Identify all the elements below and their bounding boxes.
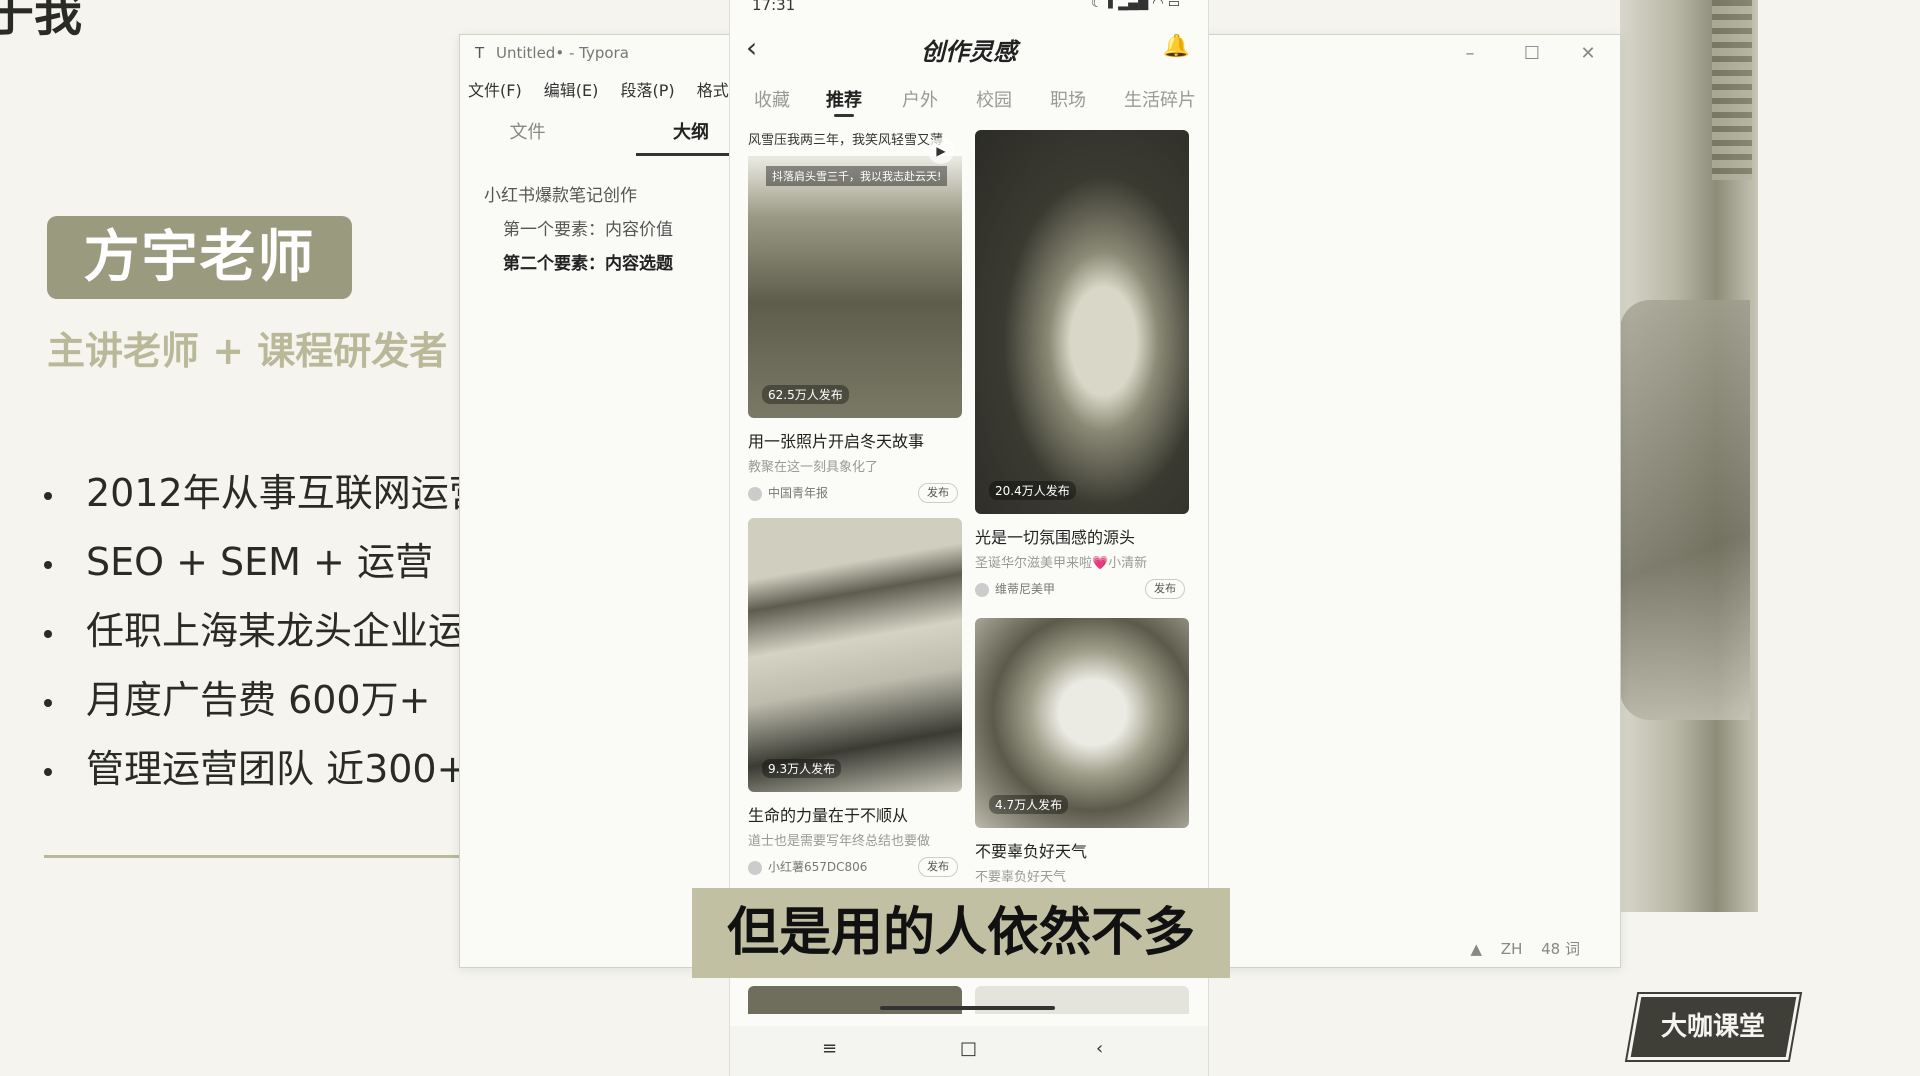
bullet-dot-icon — [44, 491, 52, 500]
category-tabs: 收藏 推荐 户外 校园 职场 生活碎片 — [730, 86, 1208, 118]
bullet-item: 任职上海某龙头企业运 — [44, 600, 487, 669]
sidebar-tabs: 文件 大纲 — [460, 113, 746, 156]
language-indicator[interactable]: ZH — [1501, 940, 1523, 958]
publish-count: 4.7万人发布 — [989, 795, 1069, 814]
inspiration-card[interactable]: 4.7万人发布 不要辜负好天气 不要辜负好天气 — [975, 618, 1189, 885]
tab-files[interactable]: 文件 — [460, 113, 595, 153]
avatar — [748, 486, 762, 501]
card-title: 用一张照片开启冬天故事 — [748, 432, 925, 451]
card-image[interactable]: 风雪压我两三年，我笑风轻雪又薄 抖落肩头雪三千，我以我志赴云天! ▶ 62.5万… — [748, 130, 962, 418]
back-icon[interactable]: ‹ — [1096, 1038, 1103, 1059]
divider — [44, 855, 464, 858]
outline-item-active[interactable]: 第二个要素：内容选题 — [484, 247, 673, 281]
inspiration-card[interactable]: 风雪压我两三年，我笑风轻雪又薄 抖落肩头雪三千，我以我志赴云天! ▶ 62.5万… — [748, 130, 962, 503]
card-description: 道士也是需要写年终总结也要做 — [748, 834, 931, 849]
card-title: 光是一切氛围感的源头 — [975, 528, 1136, 547]
bullet-dot-icon — [44, 698, 52, 707]
card-description: 教聚在这一刻具象化了 — [748, 460, 879, 475]
publish-count: 20.4万人发布 — [989, 481, 1076, 500]
outline-item-root[interactable]: 小红书爆款笔记创作 — [484, 179, 673, 213]
speaker-photo — [1620, 0, 1758, 912]
bullet-dot-icon — [44, 560, 52, 569]
page-title: 创作灵感 — [921, 38, 1017, 66]
window-title: Untitled• - Typora — [496, 44, 629, 62]
tab-favorites[interactable]: 收藏 — [754, 86, 790, 112]
video-subtitle: 但是用的人依然不多 — [692, 888, 1230, 978]
publish-button[interactable]: 发布 — [1145, 579, 1185, 599]
inspiration-card[interactable]: 20.4万人发布 光是一切氛围感的源头 圣诞华尔滋美甲来啦💗小清新 维蒂尼美甲 … — [975, 130, 1189, 599]
publish-button[interactable]: 发布 — [918, 483, 958, 503]
menu-edit[interactable]: 编辑(E) — [544, 81, 599, 100]
publish-count: 62.5万人发布 — [762, 385, 849, 404]
card-author: 中国青年报 发布 — [748, 483, 962, 503]
bullet-item: 管理运营团队 近300+ — [44, 738, 487, 807]
card-title: 生命的力量在于不顺从 — [748, 806, 909, 825]
plant-decoration — [1712, 0, 1752, 180]
bullet-dot-icon — [44, 767, 52, 776]
slide-title: 于我 — [0, 0, 83, 42]
card-image[interactable]: 20.4万人发布 — [975, 130, 1189, 514]
speaker-figure — [1620, 300, 1750, 720]
avatar — [748, 860, 762, 875]
outline-item[interactable]: 第一个要素：内容价值 — [484, 213, 673, 247]
status-time: 17:31 — [752, 0, 796, 14]
bio-bullet-list: 2012年从事互联网运营 SEO + SEM + 运营 任职上海某龙头企业运 月… — [44, 462, 487, 807]
word-count[interactable]: 48 词 — [1541, 940, 1580, 958]
card-author: 小红薯657DC806 发布 — [748, 857, 962, 877]
teacher-role: 主讲老师 + 课程研发者 — [47, 329, 448, 373]
card-image[interactable]: 9.3万人发布 — [748, 518, 962, 792]
play-icon[interactable]: ▶ — [928, 138, 954, 164]
tab-life-fragments[interactable]: 生活碎片 — [1124, 86, 1196, 112]
bullet-dot-icon — [44, 629, 52, 638]
minimize-button[interactable]: – — [1450, 41, 1490, 67]
system-nav-bar: ≡ □ ‹ — [730, 1006, 1208, 1076]
gesture-bar[interactable] — [880, 1006, 1055, 1010]
menu-file[interactable]: 文件(F) — [468, 81, 522, 100]
inspiration-card[interactable]: 9.3万人发布 生命的力量在于不顺从 道士也是需要写年终总结也要做 小红薯657… — [748, 518, 962, 877]
warning-icon: ▲ — [1470, 940, 1483, 958]
publish-count: 9.3万人发布 — [762, 759, 842, 778]
bullet-item: 月度广告费 600万+ — [44, 669, 487, 738]
menu-paragraph[interactable]: 段落(P) — [621, 81, 675, 100]
bell-icon[interactable]: 🔔 — [1163, 34, 1190, 59]
brand-logo: 大咖课堂 — [1627, 994, 1800, 1060]
typora-app-icon: T — [475, 44, 485, 62]
teacher-name-badge: 方宇老师 — [47, 216, 352, 299]
card-description: 不要辜负好天气 — [975, 870, 1067, 885]
card-description: 圣诞华尔滋美甲来啦💗小清新 — [975, 556, 1148, 571]
tab-recommended[interactable]: 推荐 — [826, 86, 862, 117]
menu-bar: 文件(F) 编辑(E) 段落(P) 格式(O) — [468, 77, 771, 101]
maximize-button[interactable]: ☐ — [1512, 41, 1552, 67]
tab-outdoor[interactable]: 户外 — [902, 86, 938, 112]
home-icon[interactable]: □ — [960, 1038, 977, 1059]
bullet-item: 2012年从事互联网运营 — [44, 462, 487, 531]
tab-campus[interactable]: 校园 — [976, 86, 1012, 112]
avatar — [975, 582, 989, 597]
status-icons: ☾ ▮ ▂▄▆ ◠ ▭ — [1091, 0, 1180, 11]
menu-icon[interactable]: ≡ — [822, 1038, 837, 1059]
tab-workplace[interactable]: 职场 — [1050, 86, 1086, 112]
status-bar: ▲ ZH 48 词 — [1456, 938, 1580, 959]
card-overlay-banner: 抖落肩头雪三千，我以我志赴云天! — [766, 166, 948, 186]
publish-button[interactable]: 发布 — [918, 857, 958, 877]
card-image[interactable]: 4.7万人发布 — [975, 618, 1189, 828]
outline-panel: 小红书爆款笔记创作 第一个要素：内容价值 第二个要素：内容选题 — [484, 179, 673, 281]
bullet-item: SEO + SEM + 运营 — [44, 531, 487, 600]
app-header: ‹ 创作灵感 🔔 — [730, 28, 1208, 72]
card-author: 维蒂尼美甲 发布 — [975, 579, 1189, 599]
card-title: 不要辜负好天气 — [975, 842, 1088, 861]
close-button[interactable]: ✕ — [1568, 41, 1608, 67]
